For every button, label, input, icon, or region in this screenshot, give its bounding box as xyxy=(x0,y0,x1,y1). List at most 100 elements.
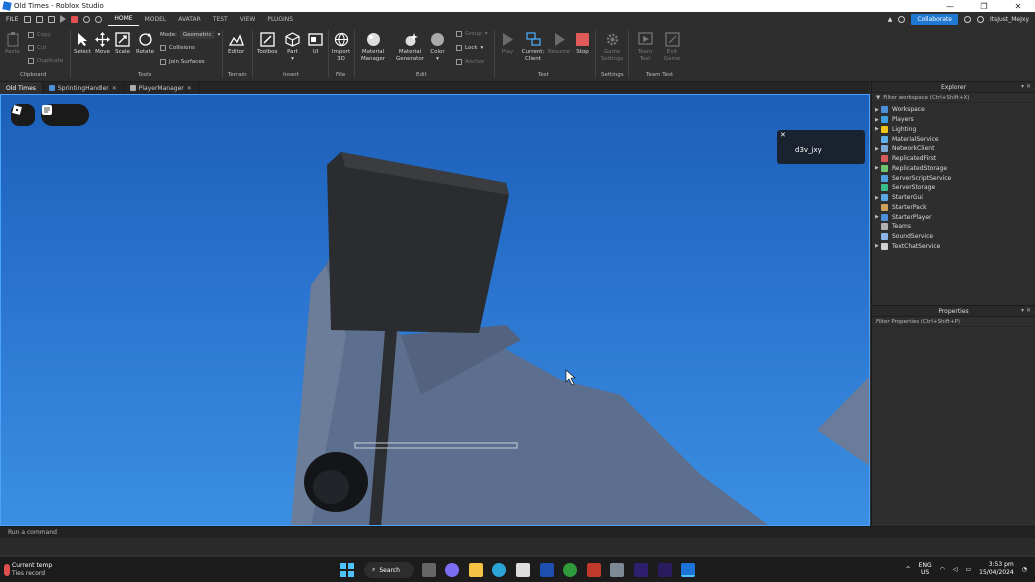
explorer-item-lighting[interactable]: ▶ Lighting xyxy=(872,125,1035,135)
quick-stop-icon[interactable] xyxy=(71,15,79,23)
close-tab-icon[interactable]: ✕ xyxy=(187,85,192,92)
open-file-icon[interactable] xyxy=(36,15,44,23)
duplicate-button[interactable]: Duplicate xyxy=(28,58,63,64)
wifi-icon[interactable]: ◠ xyxy=(940,566,945,573)
save-icon[interactable] xyxy=(48,15,56,23)
material-generator-button[interactable]: Material Generator xyxy=(394,32,426,63)
move-button[interactable]: Move xyxy=(95,32,110,56)
scale-button[interactable]: Scale xyxy=(115,32,130,56)
roblox-studio-taskbar-icon[interactable] xyxy=(681,563,695,577)
mode-selector[interactable]: Mode: Geometric ▾ xyxy=(160,31,220,39)
notification-bell-icon[interactable]: ◔ xyxy=(1022,566,1027,573)
collisions-checkbox[interactable] xyxy=(160,45,166,51)
collaborate-button[interactable]: Collaborate xyxy=(911,13,958,25)
tab-avatar[interactable]: AVATAR xyxy=(172,12,207,26)
xbox-icon[interactable] xyxy=(563,563,577,577)
tab-view[interactable]: VIEW xyxy=(234,12,262,26)
close-button[interactable]: ✕ xyxy=(1001,0,1035,12)
tab-model[interactable]: MODEL xyxy=(139,12,173,26)
collisions-toggle[interactable]: Collisions xyxy=(160,45,195,51)
tab-test[interactable]: TEST xyxy=(207,12,234,26)
close-icon[interactable]: ✕ xyxy=(780,131,786,139)
explorer-filter-input[interactable]: ▼ Filter workspace (Ctrl+Shift+X) xyxy=(872,93,1035,103)
share-icon[interactable] xyxy=(898,15,906,23)
game-viewport[interactable]: ✕ d3v_jxy xyxy=(0,94,870,526)
explorer-item-starterpack[interactable]: StarterPack xyxy=(872,203,1035,213)
store-icon[interactable] xyxy=(516,563,530,577)
maximize-button[interactable]: ❐ xyxy=(967,0,1001,12)
explorer-item-serverstorage[interactable]: ServerStorage xyxy=(872,183,1035,193)
anchor-button[interactable]: Anchor xyxy=(456,59,484,65)
command-bar[interactable]: Run a command xyxy=(0,526,1035,538)
panel-controls[interactable]: ▾ ✕ xyxy=(1021,83,1031,90)
explorer-item-replicatedstorage[interactable]: ▶ ReplicatedStorage xyxy=(872,164,1035,174)
resume-button[interactable]: Resume xyxy=(548,32,570,56)
select-button[interactable]: Select xyxy=(74,32,91,56)
minimize-button[interactable]: — xyxy=(933,0,967,12)
notifications-icon[interactable] xyxy=(976,15,984,23)
explorer-item-serverscriptservice[interactable]: ServerScriptService xyxy=(872,173,1035,183)
panel-controls[interactable]: ▾ ✕ xyxy=(1021,307,1031,314)
game-settings-button[interactable]: Game Settings xyxy=(600,32,624,63)
paste-button[interactable]: Paste xyxy=(5,32,20,56)
chat-icon[interactable] xyxy=(41,104,53,116)
antivirus-icon[interactable] xyxy=(587,563,601,577)
cut-button[interactable]: Cut xyxy=(28,45,46,51)
team-test-button[interactable]: Team Test xyxy=(634,32,656,63)
quick-play-icon[interactable] xyxy=(60,15,67,23)
current-client-button[interactable]: Current: Client xyxy=(520,32,546,63)
explorer-item-soundservice[interactable]: SoundService xyxy=(872,232,1035,242)
explorer-item-startergui[interactable]: ▶ StarterGui xyxy=(872,193,1035,203)
task-view-icon[interactable] xyxy=(422,563,436,577)
close-tab-icon[interactable]: ✕ xyxy=(112,85,117,92)
file-explorer-icon[interactable] xyxy=(469,563,483,577)
properties-filter-input[interactable]: Filter Properties (Ctrl+Shift+P) xyxy=(872,317,1035,327)
after-effects-icon[interactable] xyxy=(634,563,648,577)
edge-browser-icon[interactable] xyxy=(492,563,506,577)
import-3d-button[interactable]: Import 3D xyxy=(331,32,351,63)
command-input[interactable]: Run a command xyxy=(8,529,57,536)
mode-dropdown[interactable]: Geometric xyxy=(179,31,215,39)
ui-button[interactable]: UI xyxy=(308,32,323,56)
tab-sprinting-handler[interactable]: SprintingHandler ✕ xyxy=(43,82,124,94)
tab-home[interactable]: HOME xyxy=(108,12,139,26)
tab-player-manager[interactable]: PlayerManager ✕ xyxy=(124,82,199,94)
chevron-up-icon[interactable]: ▲ xyxy=(888,16,893,23)
chevron-up-icon[interactable]: ^ xyxy=(906,566,911,573)
weather-widget[interactable]: Current temp Ties record xyxy=(12,562,52,578)
new-file-icon[interactable] xyxy=(24,15,32,23)
windows-start-icon[interactable] xyxy=(340,563,354,577)
media-encoder-icon[interactable] xyxy=(658,563,672,577)
file-menu[interactable]: FILE xyxy=(0,16,24,23)
tab-old-times[interactable]: Old Times xyxy=(0,82,43,94)
explorer-item-players[interactable]: ▶ Players xyxy=(872,115,1035,125)
group-button[interactable]: Group ▾ xyxy=(456,31,488,37)
roblox-menu-button[interactable] xyxy=(11,104,35,126)
explorer-item-replicatedfirst[interactable]: ReplicatedFirst xyxy=(872,154,1035,164)
terrain-editor-button[interactable]: Editor xyxy=(228,32,244,56)
explorer-item-workspace[interactable]: ▶ Workspace xyxy=(872,105,1035,115)
rotate-button[interactable]: Rotate xyxy=(136,32,154,56)
explorer-item-materialservice[interactable]: MaterialService xyxy=(872,134,1035,144)
explorer-item-networkclient[interactable]: ▶ NetworkClient xyxy=(872,144,1035,154)
language-indicator[interactable]: ENG US xyxy=(919,562,932,576)
stop-button[interactable]: Stop xyxy=(575,32,590,56)
tab-plugins[interactable]: PLUGINS xyxy=(261,12,299,26)
username[interactable]: ItsJust_MeJxy xyxy=(990,16,1029,23)
toolbox-button[interactable]: Toolbox xyxy=(257,32,278,56)
explorer-item-teams[interactable]: Teams xyxy=(872,222,1035,232)
help-icon[interactable] xyxy=(963,15,971,23)
material-manager-button[interactable]: Material Manager xyxy=(360,32,386,63)
play-button[interactable]: Play xyxy=(500,32,515,56)
join-surfaces-checkbox[interactable] xyxy=(160,59,166,65)
color-button[interactable]: Color ▾ xyxy=(430,32,445,63)
chat-app-icon[interactable] xyxy=(445,563,459,577)
exit-game-button[interactable]: Exit Game xyxy=(662,32,682,63)
join-surfaces-toggle[interactable]: Join Surfaces xyxy=(160,59,205,65)
explorer-item-textchatservice[interactable]: ▶ TextChatService xyxy=(872,242,1035,252)
app-l-icon[interactable] xyxy=(540,563,554,577)
taskbar-search[interactable]: ⌕ Search xyxy=(364,562,414,578)
redo-icon[interactable] xyxy=(95,15,103,23)
part-button[interactable]: Part ▾ xyxy=(285,32,300,63)
battery-icon[interactable]: ▭ xyxy=(965,566,971,573)
